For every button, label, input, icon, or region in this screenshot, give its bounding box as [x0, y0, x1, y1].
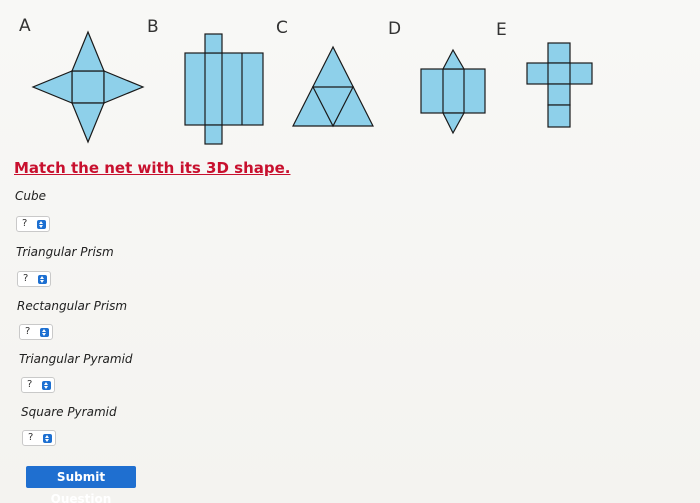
net-d-triangle-bottom — [442, 112, 466, 135]
net-e-cube — [526, 42, 593, 128]
select-arrows-icon — [43, 434, 52, 443]
question-label-triangular-prism: Triangular Prism — [16, 245, 114, 259]
question-page: A B C D E Match the net with its 3D shap… — [0, 0, 700, 503]
answer-select-value: ? — [22, 218, 28, 229]
net-b-top — [204, 33, 223, 54]
net-b-rectangular-prism — [184, 33, 264, 145]
answer-select-triangular-prism[interactable]: ? — [17, 271, 51, 287]
answer-select-rectangular-prism[interactable]: ? — [19, 324, 53, 340]
select-arrows-icon — [42, 381, 51, 390]
select-arrows-icon — [37, 220, 46, 229]
answer-select-value: ? — [25, 326, 31, 337]
net-e-top — [547, 42, 571, 64]
net-a-face-top — [71, 30, 105, 72]
net-b-band — [184, 52, 264, 126]
question-label-cube: Cube — [15, 189, 46, 203]
question-label-rectangular-prism: Rectangular Prism — [17, 299, 128, 313]
net-e-middle — [547, 83, 571, 106]
net-a-face-right — [103, 70, 145, 104]
question-label-triangular-pyramid: Triangular Pyramid — [19, 352, 133, 366]
answer-select-triangular-pyramid[interactable]: ? — [21, 377, 55, 393]
net-b-bottom — [204, 124, 223, 145]
answer-select-value: ? — [28, 432, 34, 443]
net-d-triangle-top — [442, 48, 466, 70]
net-d-triangular-prism — [420, 48, 486, 135]
net-a-square-pyramid — [31, 30, 145, 144]
select-arrows-icon — [40, 328, 49, 337]
submit-question-button[interactable]: Submit Question — [26, 466, 136, 503]
net-e-row — [526, 62, 593, 85]
select-arrows-icon — [38, 275, 47, 284]
nets-image — [31, 30, 593, 145]
answer-select-cube[interactable]: ? — [16, 216, 50, 232]
net-a-base — [71, 70, 105, 104]
question-label-square-pyramid: Square Pyramid — [21, 405, 117, 419]
net-a-face-bottom — [71, 102, 105, 144]
answer-select-value: ? — [27, 379, 33, 390]
net-d-rect — [420, 68, 486, 114]
answer-select-value: ? — [23, 273, 29, 284]
net-e-bottom — [547, 104, 571, 128]
net-c-triangular-pyramid — [292, 45, 374, 128]
instruction-heading: Match the net with its 3D shape. — [14, 159, 291, 177]
net-a-face-left — [31, 70, 73, 104]
answer-select-square-pyramid[interactable]: ? — [22, 430, 56, 446]
